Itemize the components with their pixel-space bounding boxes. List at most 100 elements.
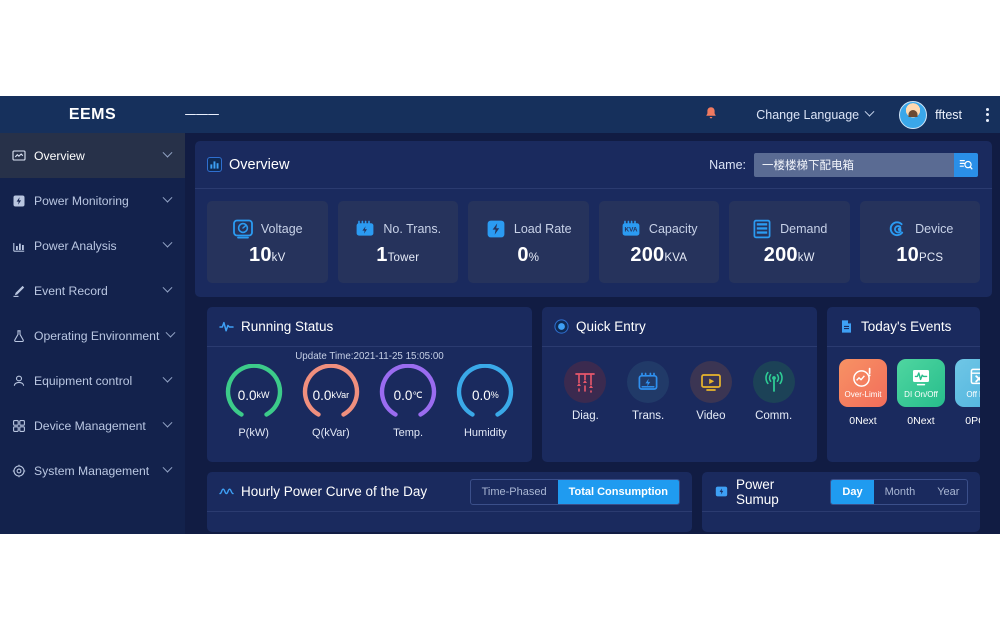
kpi-label: Voltage [260, 221, 303, 236]
overview-panel: Overview Name: 一楼楼梯下配电箱 Voltage 10kV No.… [195, 141, 992, 297]
quick-entry-video[interactable]: Video [689, 361, 732, 422]
event-count: 0Next [907, 411, 934, 427]
target-device-icon [886, 218, 908, 240]
quick-entry-icon-bg [689, 361, 732, 403]
quick-entry-label: Diag. [571, 410, 599, 422]
diagram-lines-icon [575, 373, 596, 393]
gauge-label: Humidity [463, 427, 507, 439]
transformer-icon [638, 372, 658, 390]
tab-month[interactable]: Month [874, 480, 927, 504]
search-button[interactable] [954, 152, 978, 177]
gauge-ring: 0.0% [454, 363, 516, 426]
quick-entry-trans[interactable]: Trans. [627, 361, 670, 422]
quick-entry-comm[interactable]: Comm. [752, 361, 795, 422]
kpi-card-no-trans[interactable]: No. Trans. 1Tower [337, 201, 458, 283]
device-control-icon [12, 374, 26, 388]
svg-text:KVA: KVA [624, 226, 637, 233]
chevron-down-icon [162, 462, 173, 473]
kpi-card-device[interactable]: Device 10PCS [859, 201, 980, 283]
kpi-number: 200 [763, 243, 798, 266]
top-bar: EEMS Change Language fftest [0, 96, 1000, 133]
kpi-top: No. Trans. [354, 218, 441, 240]
todays-events-header: Today's Events [827, 307, 980, 347]
gauge-label: P(kW) [238, 427, 269, 439]
flask-icon [12, 329, 26, 343]
sidebar-item-operating-environment[interactable]: Operating Environment [0, 313, 185, 358]
event-tile-label: Off line [966, 390, 980, 399]
running-status-panel: Running Status Update Time:2021-11-25 15… [207, 307, 532, 462]
todays-events-items: Over-Limit 0Next DI On/Off 0Next Off 0P [827, 347, 980, 427]
hamburger-icon[interactable] [185, 96, 219, 133]
sidebar-item-event-record[interactable]: Event Record [0, 268, 185, 313]
panel-title: Hourly Power Curve of the Day [241, 484, 428, 499]
sidebar-item-label: Power Analysis [34, 238, 117, 253]
gauge-number: 0.0 [237, 387, 257, 403]
event-off-line[interactable]: Off line 0PCS [955, 359, 980, 427]
gear-icon [12, 464, 26, 478]
window-x-icon [970, 368, 980, 385]
kebab-menu-icon[interactable] [978, 107, 996, 122]
tab-time-phased[interactable]: Time-Phased [471, 480, 558, 504]
power-sumup-header: Power Sumup Day Month Year [702, 472, 980, 512]
quick-entry-icon-bg [627, 361, 670, 403]
kpi-unit: kV [271, 251, 286, 264]
chevron-down-icon [162, 147, 173, 158]
kpi-card-capacity[interactable]: KVA Capacity 200KVA [598, 201, 719, 283]
app-brand: EEMS [68, 105, 117, 123]
plug-bolt-icon [714, 484, 729, 499]
sidebar: Overview Power Monitoring Power Analysis… [0, 133, 185, 534]
bell-icon[interactable] [704, 106, 718, 124]
event-di-on-off[interactable]: DI On/Off 0Next [897, 359, 945, 427]
kpi-card-demand[interactable]: Demand 200kW [729, 201, 850, 283]
kpi-card-voltage[interactable]: Voltage 10kV [207, 201, 328, 283]
kpi-label: No. Trans. [383, 221, 442, 236]
quick-entry-panel: Quick Entry Diag. Trans. Video Comm. [542, 307, 817, 462]
sidebar-item-label: Device Management [34, 418, 146, 433]
tab-total-consumption[interactable]: Total Consumption [557, 479, 679, 504]
kpi-value: 200KVA [630, 244, 687, 267]
signal-antenna-icon [764, 371, 783, 392]
event-tile: Over-Limit [839, 359, 887, 407]
tab-year[interactable]: Year [926, 480, 967, 504]
kva-icon: KVA [620, 218, 642, 240]
panel-title: Quick Entry [576, 319, 646, 334]
avatar [899, 100, 928, 129]
kpi-top: Demand [751, 218, 827, 240]
gauge-value: 0.0 ℃ [377, 364, 439, 426]
kpi-value: 0% [517, 244, 539, 267]
quick-entry-diag[interactable]: Diag. [564, 361, 607, 422]
quick-entry-items: Diag. Trans. Video Comm. [542, 347, 817, 422]
kpi-unit: % [528, 251, 540, 264]
sidebar-item-device-management[interactable]: Device Management [0, 403, 185, 448]
sidebar-item-equipment-control[interactable]: Equipment control [0, 358, 185, 403]
secondary-row: Running Status Update Time:2021-11-25 15… [195, 297, 992, 462]
gauge-number: 0.0 [393, 387, 413, 403]
change-language-dropdown[interactable]: Change Language [756, 106, 875, 122]
monitor-chart-icon [12, 149, 26, 163]
sidebar-item-label: Overview [34, 148, 85, 163]
event-tile-label: Over-Limit [844, 390, 882, 399]
kpi-number: 200 [630, 243, 665, 266]
event-over-limit[interactable]: Over-Limit 0Next [839, 359, 887, 427]
quick-entry-label: Comm. [755, 410, 793, 422]
gauge-row: 0.0 kW P(kW) 0.0 kVar Q(kVar) 0.0 ℃ Temp… [207, 362, 532, 439]
sidebar-item-power-monitoring[interactable]: Power Monitoring [0, 178, 185, 223]
event-count-unit: PCS [971, 415, 980, 427]
sidebar-item-overview[interactable]: Overview [0, 133, 185, 178]
gauge-value: 0.0% [454, 364, 516, 426]
event-count: 0Next [849, 411, 876, 427]
event-tile: DI On/Off [897, 359, 945, 407]
tab-day[interactable]: Day [831, 479, 874, 504]
event-tile: Off line [955, 359, 980, 407]
gauge-label: Temp. [393, 427, 424, 439]
user-menu[interactable]: fftest [899, 100, 962, 129]
sidebar-item-label: Event Record [34, 283, 108, 298]
chevron-down-icon [162, 417, 173, 428]
sidebar-item-power-analysis[interactable]: Power Analysis [0, 223, 185, 268]
search-input[interactable] [754, 152, 954, 177]
sidebar-item-system-management[interactable]: System Management [0, 448, 185, 493]
panel-title: Power Sumup [736, 476, 779, 507]
kpi-card-load-rate[interactable]: Load Rate 0% [468, 201, 589, 283]
event-count-unit: Next [855, 415, 877, 427]
gauge-temp: 0.0 ℃ Temp. [377, 363, 439, 439]
